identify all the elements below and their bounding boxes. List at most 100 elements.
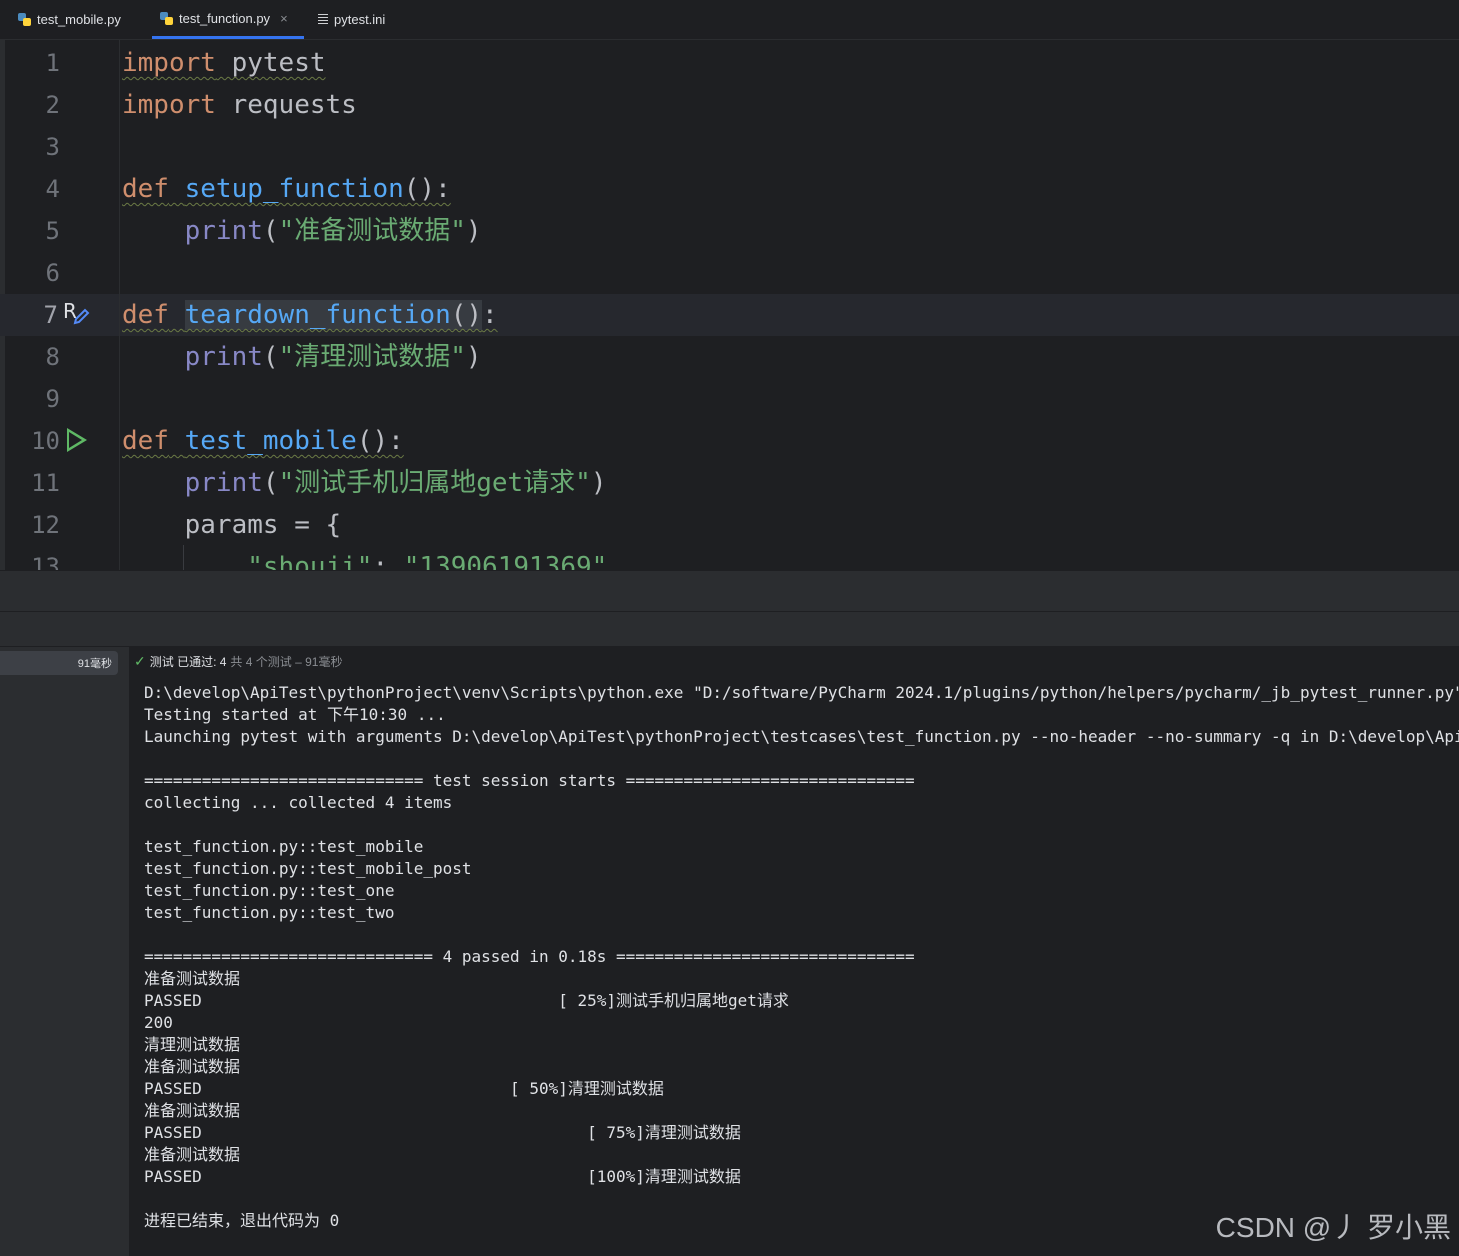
console-line: test_function.py::test_two [144, 903, 395, 922]
console-line: 200 [144, 1013, 173, 1032]
string-literal: "shouji" [247, 552, 373, 570]
check-icon: ✓ [134, 652, 146, 669]
editor-tab-bar: test_mobile.py test_function.py × pytest… [0, 0, 1459, 40]
run-toolbar [0, 612, 1459, 647]
line-number: 9 [45, 385, 60, 413]
code-line-9[interactable]: 9 [0, 378, 1459, 420]
console-line: Launching pytest with arguments D:\devel… [144, 727, 1459, 746]
string-literal: "13906191369" [403, 552, 608, 570]
code-line-1[interactable]: 1 import pytest [0, 42, 1459, 84]
console-line: 准备测试数据 [144, 969, 241, 988]
code-line-7[interactable]: 7 R def teardown_function(): [0, 294, 1459, 336]
console-line: 准备测试数据 [144, 1145, 241, 1164]
console-line: PASSED [ 75%]清理测试数据 [144, 1123, 741, 1142]
code-text: (): [403, 174, 451, 204]
run-console[interactable]: D:\develop\ApiTest\pythonProject\venv\Sc… [130, 675, 1459, 1256]
console-line: PASSED [100%]清理测试数据 [144, 1167, 741, 1186]
code-text: : [372, 552, 404, 570]
tab-label: test_mobile.py [37, 12, 121, 27]
tab-label: test_function.py [179, 10, 271, 26]
test-tree-root-row[interactable]: 91毫秒 [0, 651, 118, 675]
line-number: 8 [45, 343, 60, 371]
line-number: 11 [31, 469, 60, 497]
console-line: PASSED [ 50%]清理测试数据 [144, 1079, 664, 1098]
console-line: test_function.py::test_mobile_post [144, 859, 472, 878]
run-test-icon[interactable] [67, 428, 87, 452]
keyword: def [122, 426, 169, 456]
code-text: ( [262, 342, 279, 372]
line-number: 6 [45, 259, 60, 287]
console-line: Testing started at 下午10:30 ... [144, 705, 446, 724]
ini-file-icon [318, 13, 328, 26]
code-text: () [450, 300, 483, 330]
builtin-call: print [184, 342, 263, 372]
console-line: PASSED [ 25%]测试手机归属地get请求 [144, 991, 789, 1010]
code-text: : [482, 300, 498, 330]
console-line: ============================= test sessi… [144, 771, 915, 790]
builtin-call: print [184, 468, 263, 498]
tab-pytest-ini[interactable]: pytest.ini [310, 0, 393, 39]
keyword: def [122, 300, 169, 330]
line-number: 4 [45, 175, 60, 203]
function-name: teardown_function [184, 300, 451, 330]
code-text: ( [262, 216, 279, 246]
test-duration: 91毫秒 [77, 658, 112, 670]
line-number: 7 [43, 301, 58, 329]
status-passed: 测试 已通过: 4 [149, 654, 227, 669]
line-number: 10 [31, 427, 60, 455]
code-line-12[interactable]: 12 params = { [0, 504, 1459, 546]
code-text: ) [590, 468, 607, 498]
code-text: (): [356, 426, 404, 456]
line-number: 3 [45, 133, 60, 161]
code-text: pytest [215, 48, 326, 78]
code-line-5[interactable]: 5 print("准备测试数据") [0, 210, 1459, 252]
test-status-bar: ✓ 测试 已通过: 4 共 4 个测试 – 91毫秒 [130, 647, 1459, 675]
string-literal: "测试手机归属地get请求" [278, 468, 591, 498]
tab-label: pytest.ini [334, 12, 386, 27]
line-number: 12 [31, 511, 60, 539]
line-number: 2 [45, 91, 60, 119]
code-text: requests [215, 90, 357, 120]
console-line: test_function.py::test_one [144, 881, 395, 900]
code-text: params = { [184, 510, 342, 540]
python-file-icon [160, 11, 173, 25]
tool-window-header [0, 571, 1459, 612]
pycharm-window: test_mobile.py test_function.py × pytest… [0, 0, 1459, 1256]
builtin-call: print [184, 216, 263, 246]
indent-guide [183, 545, 184, 570]
code-line-4[interactable]: 4 def setup_function(): [0, 168, 1459, 210]
string-literal: "清理测试数据" [278, 342, 466, 372]
code-line-11[interactable]: 11 print("测试手机归属地get请求") [0, 462, 1459, 504]
python-file-icon [18, 13, 31, 26]
code-line-3[interactable]: 3 [0, 126, 1459, 168]
status-summary: 共 4 个测试 – 91毫秒 [230, 654, 343, 669]
line-number: 13 [31, 553, 60, 570]
code-line-8[interactable]: 8 print("清理测试数据") [0, 336, 1459, 378]
tab-test-mobile[interactable]: test_mobile.py [10, 0, 129, 39]
console-line: 准备测试数据 [144, 1101, 241, 1120]
gutter-separator [119, 40, 120, 570]
code-line-2[interactable]: 2 import requests [0, 84, 1459, 126]
tab-test-function[interactable]: test_function.py × [152, 0, 304, 39]
line-number: 5 [45, 217, 60, 245]
code-line-6[interactable]: 6 [0, 252, 1459, 294]
function-name: setup_function [184, 174, 404, 204]
code-editor[interactable]: 1 import pytest 2 import requests 3 4 de… [0, 40, 1459, 570]
console-line: D:\develop\ApiTest\pythonProject\venv\Sc… [144, 683, 1459, 702]
code-text: ) [465, 216, 482, 246]
keyword: def [122, 174, 169, 204]
string-literal: "准备测试数据" [278, 216, 466, 246]
code-line-13[interactable]: 13 "shouji": "13906191369" [0, 546, 1459, 570]
console-line: 准备测试数据 [144, 1057, 241, 1076]
function-name: test_mobile [184, 426, 357, 456]
console-line: 进程已结束，退出代码为 0 [144, 1211, 340, 1230]
close-icon[interactable]: × [280, 11, 288, 26]
test-tree-panel: 91毫秒 [0, 647, 130, 1256]
watermark: CSDN @丿 罗小黑 [1215, 1212, 1451, 1243]
code-text: ( [262, 468, 279, 498]
keyword: import [122, 90, 216, 120]
console-line: collecting ... collected 4 items [144, 793, 453, 812]
console-line: test_function.py::test_mobile [144, 837, 424, 856]
code-line-10[interactable]: 10 def test_mobile(): [0, 420, 1459, 462]
edit-pencil-icon[interactable] [72, 306, 92, 326]
